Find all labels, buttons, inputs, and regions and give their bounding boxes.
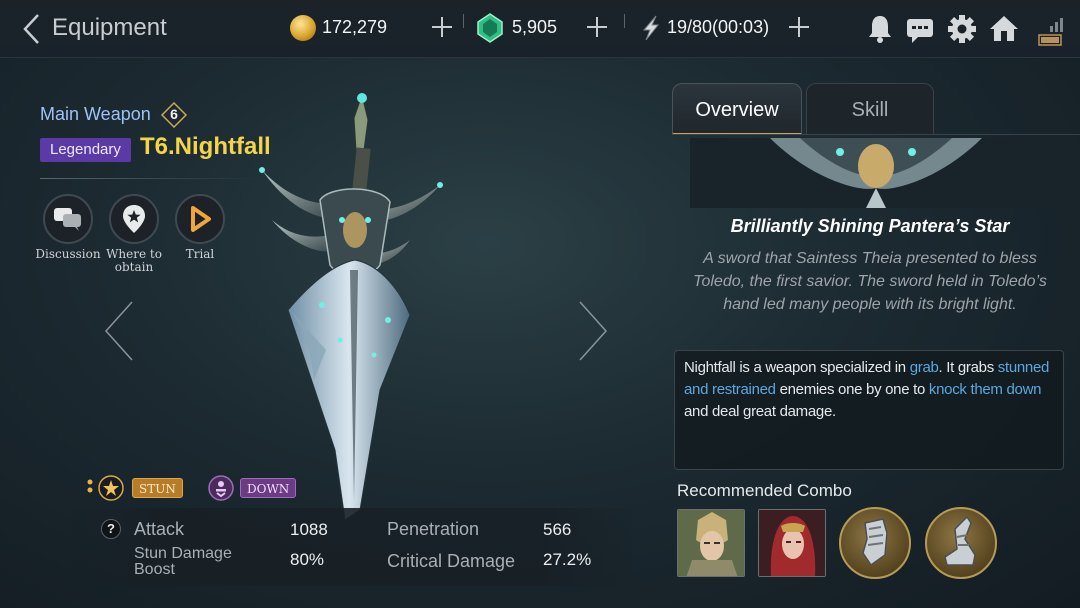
weapon-type-label: Main Weapon (40, 104, 151, 124)
home-icon[interactable] (988, 12, 1020, 46)
description-text: . It grabs (938, 359, 998, 376)
previous-weapon-arrow-icon[interactable] (102, 300, 136, 362)
trial-button[interactable]: Trial (160, 194, 240, 261)
map-pin-icon (123, 205, 145, 233)
play-icon (191, 206, 211, 232)
description-text: and deal great damage. (684, 403, 836, 420)
combo-slot-armored-knight[interactable] (677, 509, 745, 577)
add-gems-button[interactable] (585, 14, 609, 40)
stat-label-attack: Attack (134, 519, 185, 539)
boot-icon (944, 515, 976, 566)
down-tag: DOWN (240, 478, 297, 498)
divider (624, 14, 625, 28)
chat-bubbles-icon (54, 208, 81, 231)
gear-icon[interactable] (946, 12, 978, 46)
stat-value-critical-damage: 27.2% (543, 550, 592, 569)
stamina-icon (642, 15, 660, 41)
divider (40, 178, 260, 179)
description-text: enemies one by one to (775, 381, 929, 398)
star-burst-icon (98, 475, 124, 501)
combo-slot-boot[interactable] (925, 507, 997, 579)
knockdown-icon (208, 475, 234, 501)
description-text: Nightfall is a weapon specialized in (684, 359, 910, 376)
tab-divider (672, 134, 1080, 135)
gold-coin-icon (290, 15, 316, 41)
keyword-knock-down[interactable]: knock them down (929, 381, 1042, 398)
tier-badge: 6 (160, 102, 188, 128)
trial-button-circle[interactable] (175, 194, 225, 244)
stat-value-stun-damage-boost: 80% (290, 550, 325, 569)
stat-label-penetration: Penetration (387, 519, 480, 539)
weapon-model-image (259, 93, 443, 521)
combo-slot-red-haired-warrior[interactable] (758, 509, 826, 577)
red-haired-warrior-portrait (759, 510, 825, 576)
back-arrow-icon[interactable] (20, 12, 44, 46)
armored-knight-portrait (678, 510, 744, 576)
tier-number: 6 (170, 106, 178, 122)
stun-tag: STUN (132, 478, 183, 498)
gem-icon (477, 13, 503, 43)
divider (463, 14, 464, 28)
stat-label-stun-damage-boost: Stun Damage Boost (134, 545, 232, 578)
bell-icon[interactable] (864, 12, 896, 46)
stamina-amount: 19/80(00:03) (667, 17, 770, 37)
tag-indicator-icon (87, 479, 93, 493)
recommended-combo-title: Recommended Combo (677, 481, 852, 500)
grade-badge: Legendary (40, 138, 131, 162)
stat-value-attack: 1088 (290, 520, 328, 539)
next-weapon-arrow-icon[interactable] (576, 300, 610, 362)
gem-amount: 5,905 (512, 17, 558, 37)
stat-label-critical-damage: Critical Damage (387, 551, 516, 571)
weapon-description: Nightfall is a weapon specialized in gra… (674, 350, 1064, 470)
add-gold-button[interactable] (430, 14, 454, 40)
keyword-grab[interactable]: grab (910, 359, 939, 376)
help-icon[interactable]: ? (101, 519, 121, 539)
page-title: Equipment (52, 14, 167, 41)
tab-skill[interactable]: Skill (806, 83, 934, 135)
tab-overview[interactable]: Overview (672, 83, 802, 135)
item-title: Brilliantly Shining Pantera’s Star (730, 216, 1010, 236)
where-to-obtain-button-circle[interactable] (109, 194, 159, 244)
add-stamina-button[interactable] (787, 14, 811, 40)
chat-icon[interactable] (904, 12, 936, 46)
weapon-tags: STUN DOWN (0, 472, 320, 502)
discussion-button-circle[interactable] (43, 194, 93, 244)
trial-label: Trial (185, 247, 215, 261)
gold-amount: 172,279 (322, 17, 388, 37)
combo-slot-gauntlet[interactable] (839, 507, 911, 579)
gauntlet-icon (862, 518, 888, 567)
item-lore: A sword that Saintess Theia presented to… (693, 250, 1047, 313)
stat-value-penetration: 566 (543, 520, 572, 539)
item-artwork-image (690, 138, 1063, 208)
signal-battery-icon (1038, 18, 1063, 46)
